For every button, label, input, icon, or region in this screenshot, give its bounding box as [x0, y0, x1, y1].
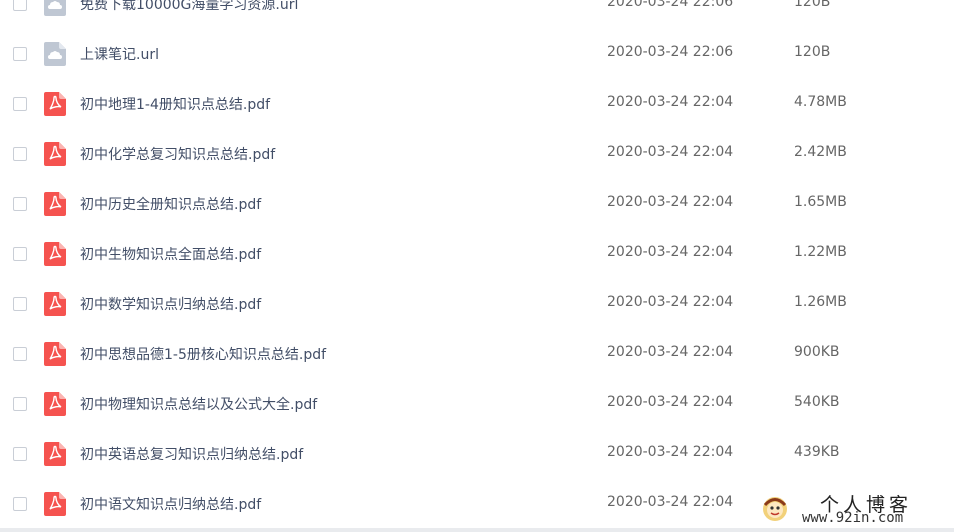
- file-row[interactable]: 上课笔记.url 2020-03-24 22:06 120B: [0, 30, 954, 80]
- pdf-file-icon: [44, 442, 66, 466]
- file-row[interactable]: 初中物理知识点总结以及公式大全.pdf 2020-03-24 22:04 540KB: [0, 380, 954, 430]
- file-row[interactable]: 初中生物知识点全面总结.pdf 2020-03-24 22:04 1.22MB: [0, 230, 954, 280]
- file-size: 2.42MB: [794, 144, 847, 160]
- file-size: 1.22MB: [794, 244, 847, 260]
- file-name[interactable]: 初中生物知识点全面总结.pdf: [80, 244, 261, 264]
- file-row[interactable]: 初中历史全册知识点总结.pdf 2020-03-24 22:04 1.65MB: [0, 180, 954, 230]
- file-name[interactable]: 初中思想品德1-5册核心知识点总结.pdf: [80, 344, 326, 364]
- file-date: 2020-03-24 22:06: [607, 0, 734, 10]
- file-row[interactable]: 初中思想品德1-5册核心知识点总结.pdf 2020-03-24 22:04 900…: [0, 330, 954, 380]
- pdf-file-icon: [44, 292, 66, 316]
- file-row[interactable]: 初中英语总复习知识点归纳总结.pdf 2020-03-24 22:04 439KB: [0, 430, 954, 480]
- pdf-file-icon: [44, 192, 66, 216]
- row-checkbox[interactable]: [13, 497, 27, 511]
- file-size: 120B: [794, 0, 831, 10]
- url-file-icon: [44, 42, 66, 66]
- watermark: 个人博客 www.92in.com: [760, 490, 950, 528]
- file-list: 免费下载10000G海量学习资源.url 2020-03-24 22:06 120B…: [0, 0, 954, 530]
- file-row[interactable]: 初中地理1-4册知识点总结.pdf 2020-03-24 22:04 4.78MB: [0, 80, 954, 130]
- file-row[interactable]: 初中数学知识点归纳总结.pdf 2020-03-24 22:04 1.26MB: [0, 280, 954, 330]
- file-name[interactable]: 初中化学总复习知识点总结.pdf: [80, 144, 275, 164]
- file-date: 2020-03-24 22:06: [607, 44, 734, 60]
- file-name[interactable]: 初中语文知识点归纳总结.pdf: [80, 494, 261, 514]
- file-size: 1.65MB: [794, 194, 847, 210]
- file-row[interactable]: 免费下载10000G海量学习资源.url 2020-03-24 22:06 120B: [0, 0, 954, 30]
- file-name[interactable]: 初中地理1-4册知识点总结.pdf: [80, 94, 270, 114]
- file-name[interactable]: 初中历史全册知识点总结.pdf: [80, 194, 261, 214]
- file-name[interactable]: 初中英语总复习知识点归纳总结.pdf: [80, 444, 303, 464]
- pdf-file-icon: [44, 492, 66, 516]
- row-checkbox[interactable]: [13, 247, 27, 261]
- row-checkbox[interactable]: [13, 0, 27, 11]
- file-size: 4.78MB: [794, 94, 847, 110]
- file-row[interactable]: 初中化学总复习知识点总结.pdf 2020-03-24 22:04 2.42MB: [0, 130, 954, 180]
- row-checkbox[interactable]: [13, 97, 27, 111]
- row-checkbox[interactable]: [13, 297, 27, 311]
- blog-logo-icon: [763, 497, 787, 521]
- pdf-file-icon: [44, 92, 66, 116]
- file-date: 2020-03-24 22:04: [607, 94, 734, 110]
- row-checkbox[interactable]: [13, 147, 27, 161]
- url-file-icon: [44, 0, 66, 16]
- file-date: 2020-03-24 22:04: [607, 244, 734, 260]
- row-checkbox[interactable]: [13, 347, 27, 361]
- pdf-file-icon: [44, 392, 66, 416]
- file-date: 2020-03-24 22:04: [607, 394, 734, 410]
- pdf-file-icon: [44, 242, 66, 266]
- file-name[interactable]: 初中物理知识点总结以及公式大全.pdf: [80, 394, 317, 414]
- watermark-url: www.92in.com: [802, 510, 904, 526]
- row-checkbox[interactable]: [13, 397, 27, 411]
- row-checkbox[interactable]: [13, 197, 27, 211]
- pdf-file-icon: [44, 142, 66, 166]
- file-date: 2020-03-24 22:04: [607, 294, 734, 310]
- file-size: 540KB: [794, 394, 840, 410]
- file-name[interactable]: 初中数学知识点归纳总结.pdf: [80, 294, 261, 314]
- pdf-file-icon: [44, 342, 66, 366]
- file-name[interactable]: 免费下载10000G海量学习资源.url: [80, 0, 298, 14]
- file-size: 900KB: [794, 344, 840, 360]
- file-size: 1.26MB: [794, 294, 847, 310]
- row-checkbox[interactable]: [13, 47, 27, 61]
- file-size: 120B: [794, 44, 831, 60]
- file-date: 2020-03-24 22:04: [607, 494, 734, 510]
- file-date: 2020-03-24 22:04: [607, 444, 734, 460]
- file-date: 2020-03-24 22:04: [607, 194, 734, 210]
- bottom-divider: [0, 528, 954, 532]
- file-date: 2020-03-24 22:04: [607, 344, 734, 360]
- row-checkbox[interactable]: [13, 447, 27, 461]
- file-size: 439KB: [794, 444, 840, 460]
- file-date: 2020-03-24 22:04: [607, 144, 734, 160]
- file-name[interactable]: 上课笔记.url: [80, 44, 159, 64]
